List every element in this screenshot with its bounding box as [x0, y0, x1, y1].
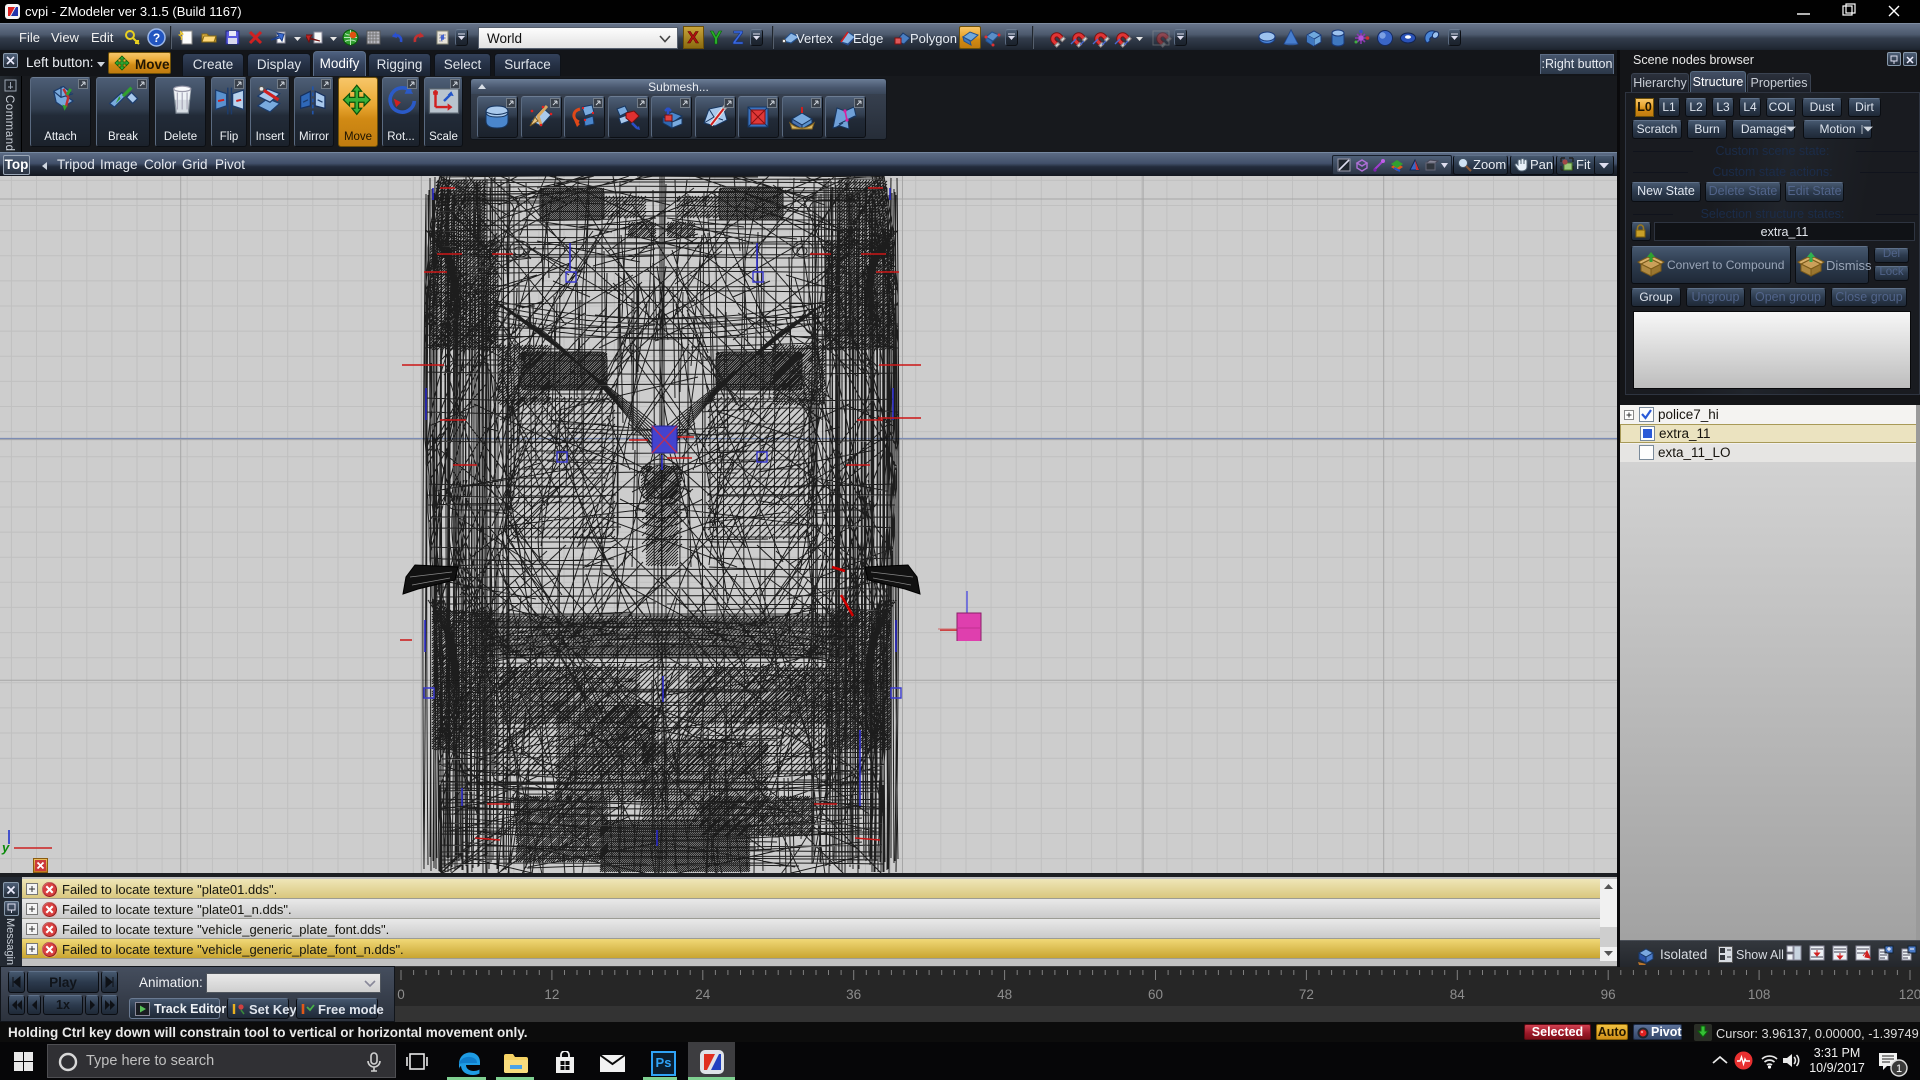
svg-text:108: 108	[1748, 987, 1771, 1002]
svg-text:36: 36	[846, 987, 861, 1002]
svg-text:12: 12	[544, 987, 559, 1002]
svg-text:1: 1	[1896, 1063, 1902, 1075]
svg-text:y: y	[1, 840, 10, 855]
svg-text:72: 72	[1299, 987, 1314, 1002]
svg-text:X: X	[687, 28, 699, 47]
svg-text:?: ?	[153, 31, 160, 45]
svg-text:120: 120	[1899, 987, 1920, 1002]
svg-text:96: 96	[1601, 987, 1616, 1002]
svg-text:Y: Y	[710, 28, 722, 48]
svg-text:60: 60	[1148, 987, 1163, 1002]
svg-text:84: 84	[1450, 987, 1466, 1002]
svg-text:48: 48	[997, 987, 1012, 1002]
svg-text:24: 24	[695, 987, 711, 1002]
svg-text:Z: Z	[733, 28, 744, 48]
svg-text:0: 0	[397, 987, 405, 1002]
